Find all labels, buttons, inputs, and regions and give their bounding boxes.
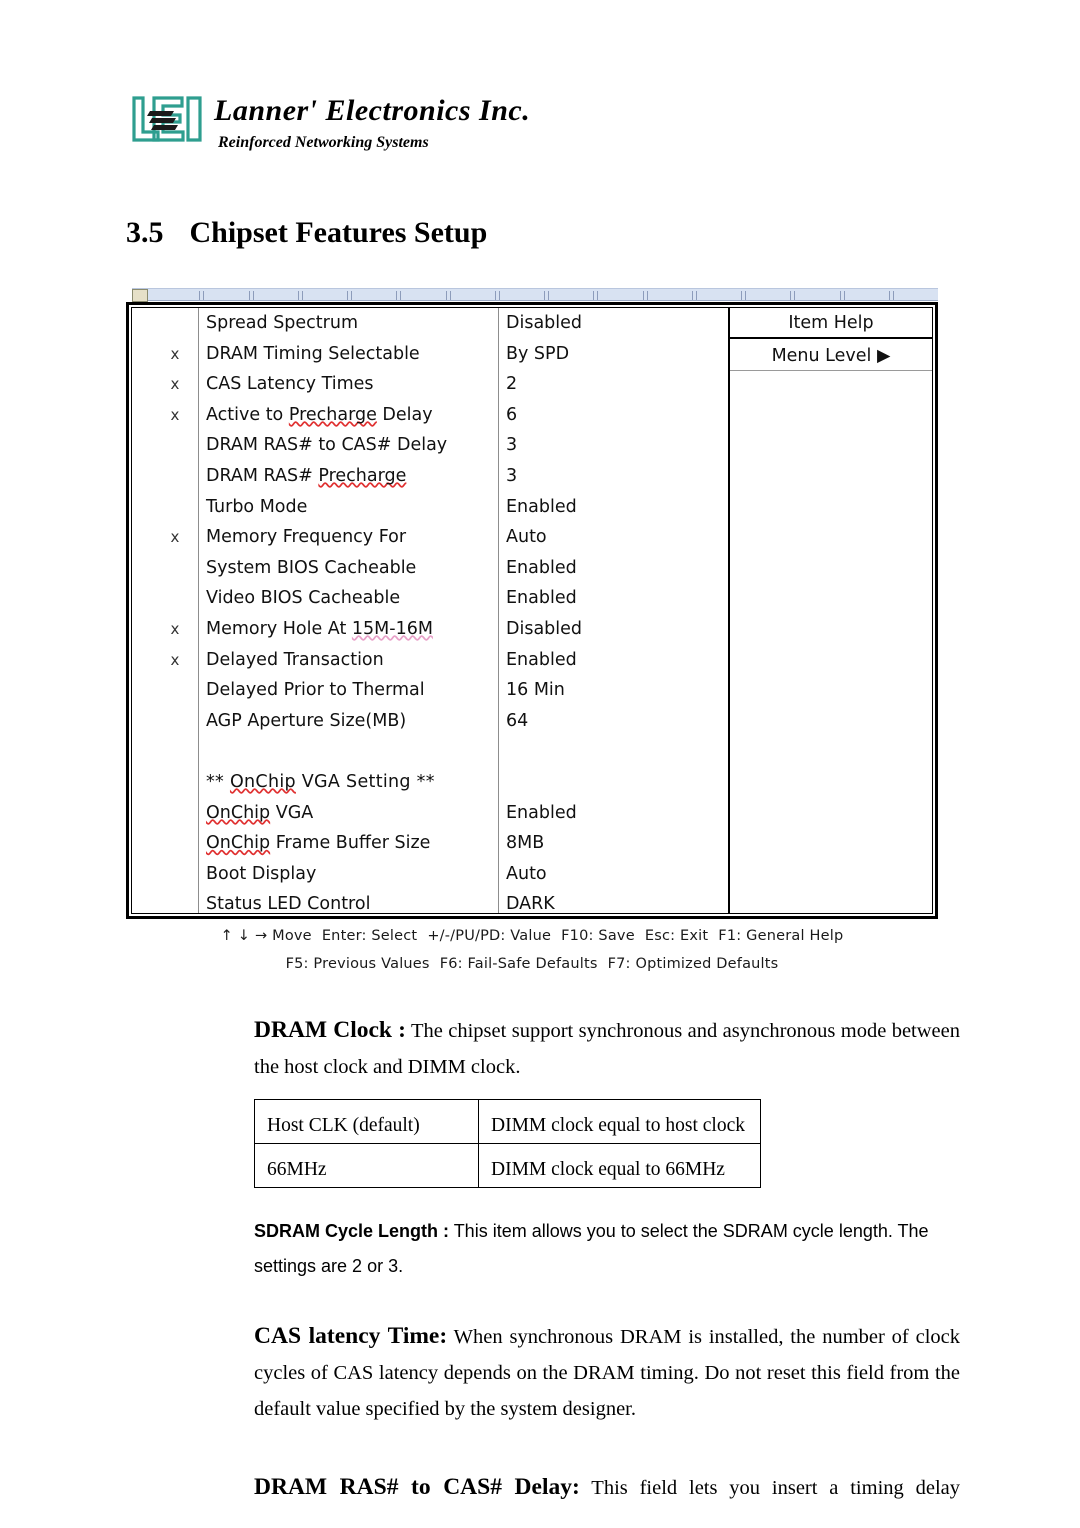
legend-line-1: ↑ ↓ → Move Enter: Select +/-/PU/PD: Value F…	[126, 928, 938, 944]
logo-tagline: Reinforced Networking Systems	[218, 134, 429, 151]
document-ruler	[132, 288, 938, 302]
sdram-cycle-length-lead: SDRAM Cycle Length :	[254, 1221, 450, 1241]
dram-ras-to-cas-paragraph: DRAM RAS# to CAS# Delay: This field lets…	[254, 1469, 960, 1506]
bios-row-value[interactable]: Enabled	[506, 645, 577, 676]
menu-level-arrow-icon: ▶	[876, 346, 891, 366]
legend-key-item: F1: General Help	[718, 928, 844, 944]
legend-key-item: F7: Optimized Defaults	[607, 956, 779, 972]
bios-row-value[interactable]: 3	[506, 430, 517, 461]
bios-row-label: Active to Precharge Delay	[206, 404, 433, 425]
legend-key-item: F5: Previous Values	[285, 956, 430, 972]
bios-row-label: Video BIOS Cacheable	[206, 588, 401, 609]
section-number: 3.5	[126, 216, 164, 249]
bios-row-label: Boot Display	[206, 863, 317, 884]
ruler-ticks	[150, 289, 938, 302]
bios-row-value[interactable]: 16 Min	[506, 675, 565, 706]
dram-ras-to-cas-body: This field lets you insert a timing dela…	[579, 1477, 960, 1499]
bios-row-marker: x	[170, 619, 180, 638]
legend-key-item: Enter: Select	[321, 928, 418, 944]
bios-row-label: AGP Aperture Size(MB)	[206, 710, 407, 731]
bios-row-value[interactable]: 8MB	[506, 828, 544, 859]
bios-row-value[interactable]: 6	[506, 400, 517, 431]
bios-row-value[interactable]: DARK	[506, 889, 555, 920]
dram-clock-description: DIMM clock equal to 66MHz	[478, 1143, 761, 1188]
bios-row-value[interactable]: Auto	[506, 522, 547, 553]
legend-key-item: F10: Save	[561, 928, 635, 944]
bios-row-label: OnChip VGA	[206, 802, 314, 823]
bios-row-value[interactable]: 3	[506, 461, 517, 492]
bios-row-label: Delayed Transaction	[206, 649, 384, 670]
bios-row-value[interactable]: Disabled	[506, 308, 582, 339]
bios-row-label: Status LED Control	[206, 894, 371, 915]
bios-row-label: DRAM Timing Selectable	[206, 343, 420, 364]
dram-clock-options-table: Host CLK (default) DIMM clock equal to ho…	[254, 1099, 761, 1188]
bios-row-marker: x	[170, 528, 180, 547]
dram-ras-to-cas-lead: DRAM RAS# to CAS# Delay:	[254, 1474, 580, 1500]
bios-row-marker: x	[170, 344, 180, 363]
ruler-tab-marker[interactable]	[132, 289, 148, 302]
bios-row-value[interactable]: Enabled	[506, 583, 577, 614]
bios-row-label: Delayed Prior to Thermal	[206, 680, 425, 701]
bios-row-marker: x	[170, 375, 180, 394]
dram-clock-option: 66MHz	[254, 1143, 479, 1188]
bios-key-legend: ↑ ↓ → Move Enter: Select +/-/PU/PD: Value F…	[126, 928, 938, 972]
bios-row-value[interactable]: Enabled	[506, 798, 577, 829]
bios-row-label: CAS Latency Times	[206, 374, 374, 395]
item-help-title: Item Help	[730, 308, 932, 339]
dram-clock-option: Host CLK (default)	[254, 1099, 479, 1144]
body-content: DRAM Clock : The chipset support synchro…	[254, 1012, 960, 1506]
bios-row-value[interactable]: Auto	[506, 859, 547, 890]
bios-row-label: Spread Spectrum	[206, 313, 358, 333]
bios-row-label: System BIOS Cacheable	[206, 557, 417, 578]
page-title: 3.5 Chipset Features Setup	[126, 216, 487, 250]
section-title-text: Chipset Features Setup	[189, 216, 488, 249]
bios-row-label: ** OnChip VGA Setting **	[206, 771, 435, 792]
menu-level-row: Menu Level ▶	[730, 341, 932, 371]
dram-clock-paragraph: DRAM Clock : The chipset support synchro…	[254, 1012, 960, 1085]
item-help-panel: Item Help Menu Level ▶	[730, 308, 932, 913]
company-logo: Lannerʹ Electronicѕ Inc. Reinforced Netw…	[128, 92, 548, 164]
cas-latency-time-lead: CAS latency Time:	[254, 1323, 448, 1349]
lei-logo-icon	[132, 96, 202, 142]
legend-key-item: +/-/PU/PD: Value	[427, 928, 552, 944]
table-row: Host CLK (default) DIMM clock equal to ho…	[254, 1099, 761, 1144]
legend-key-item: F6: Fail-Safe Defaults	[439, 956, 598, 972]
bios-row-marker: x	[170, 405, 180, 424]
bios-row-value[interactable]: 2	[506, 369, 517, 400]
table-row: 66MHz DIMM clock equal to 66MHz	[254, 1143, 761, 1188]
bios-row-value[interactable]: Disabled	[506, 614, 582, 645]
legend-key-item: ↑ ↓ → Move	[220, 928, 312, 944]
bios-screenshot-figure: Spread Spectrum Disabled x DRAM Timing Sele…	[126, 288, 938, 922]
bios-row-value[interactable]: 64	[506, 706, 528, 737]
bios-row-value[interactable]: By SPD	[506, 339, 569, 370]
bios-row-marker: x	[170, 650, 180, 669]
bios-row-label: DRAM RAS# to CAS# Delay	[206, 435, 448, 456]
bios-row-value[interactable]: Enabled	[506, 553, 577, 584]
legend-key-item: Esc: Exit	[644, 928, 709, 944]
bios-row-label: Memory Frequency For	[206, 527, 407, 548]
bios-row-label: Memory Hole At 15M-16M	[206, 618, 433, 639]
legend-line-2: F5: Previous Values F6: Fail-Safe Default…	[126, 956, 938, 972]
bios-row-value[interactable]: Enabled	[506, 492, 577, 523]
dram-clock-description: DIMM clock equal to host clock	[478, 1099, 761, 1144]
logo-company-name: Lannerʹ Electronicѕ Inc.	[214, 94, 531, 127]
bios-setup-window: Spread Spectrum Disabled x DRAM Timing Sele…	[126, 302, 938, 919]
dram-clock-lead: DRAM Clock :	[254, 1017, 406, 1043]
cas-latency-time-paragraph: CAS latency Time: When synchronous DRAM …	[254, 1318, 960, 1427]
bios-row-label: OnChip Frame Buffer Size	[206, 833, 431, 854]
menu-level-label: Menu Level	[771, 346, 872, 366]
sdram-cycle-length-paragraph: SDRAM Cycle Length : This item allows yo…	[254, 1214, 960, 1284]
bios-row-label: Turbo Mode	[206, 496, 308, 517]
bios-row-label: DRAM RAS# Precharge	[206, 465, 407, 486]
